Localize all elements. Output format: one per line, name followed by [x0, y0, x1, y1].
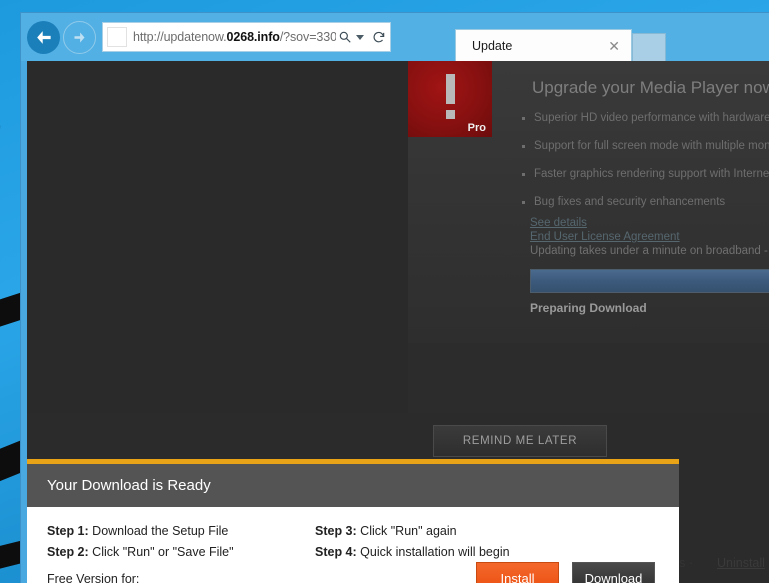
- download-button[interactable]: Download: [572, 562, 655, 583]
- install-button[interactable]: Install: [476, 562, 559, 583]
- ad-dark-left-region: [27, 61, 408, 413]
- steps-column-right: Step 3: Click "Run" again Step 4: Quick …: [315, 521, 510, 563]
- back-button[interactable]: [27, 20, 60, 54]
- tab-label: Update: [472, 38, 513, 53]
- forward-button[interactable]: [63, 20, 96, 54]
- close-icon[interactable]: ✕: [605, 39, 623, 53]
- wallpaper-shape: [0, 117, 1, 423]
- page-viewport: tions · Uninstall Co re different from t…: [27, 61, 769, 583]
- list-item: Faster graphics rendering support with I…: [520, 168, 769, 180]
- list-item: Step 4: Quick installation will begin: [315, 542, 510, 563]
- step-text: Quick installation will begin: [360, 545, 510, 559]
- address-bar[interactable]: http://updatenow.0268.info/?sov=33052179…: [102, 22, 391, 52]
- list-item: Bug fixes and security enhancements: [520, 196, 769, 208]
- list-item: Superior HD video performance with hardw…: [520, 112, 769, 124]
- step-number: Step 1:: [47, 524, 89, 538]
- exclamation-dot-icon: [446, 110, 455, 119]
- step-text: Download the Setup File: [92, 524, 229, 538]
- url-text: http://updatenow.0268.info/?sov=33052179…: [133, 30, 336, 44]
- url-prefix: http://updatenow.: [133, 30, 227, 44]
- step-number: Step 4:: [315, 545, 357, 559]
- refresh-icon[interactable]: [372, 30, 386, 44]
- chevron-down-icon[interactable]: [356, 34, 364, 40]
- notification-actions: Install Download: [476, 562, 655, 583]
- download-ready-notification: Your Download is Ready Step 1: Download …: [27, 459, 679, 583]
- step-number: Step 2:: [47, 545, 89, 559]
- step-text: Click "Run" or "Save File": [92, 545, 234, 559]
- step-text: Click "Run" again: [360, 524, 457, 538]
- media-player-pro-badge: Pro: [408, 61, 492, 137]
- browser-navigation-bar: http://updatenow.0268.info/?sov=33052179…: [21, 13, 769, 61]
- progress-status-label: Preparing Download: [530, 301, 647, 315]
- tab-strip: Update ✕: [455, 29, 666, 61]
- favicon-placeholder-icon: [107, 27, 127, 47]
- download-progress-bar: [530, 269, 769, 293]
- tab-update[interactable]: Update ✕: [455, 29, 632, 61]
- ad-headline-text: Upgrade your Media Player now: [532, 78, 769, 97]
- arrow-right-icon: [74, 32, 85, 42]
- search-icon[interactable]: [338, 30, 352, 44]
- arrow-left-icon: [37, 30, 51, 44]
- notification-body: Step 1: Download the Setup File Step 2: …: [27, 507, 679, 583]
- new-tab-button[interactable]: [632, 33, 666, 61]
- browser-window: http://updatenow.0268.info/?sov=33052179…: [20, 12, 769, 583]
- url-domain: 0268.info: [226, 30, 280, 44]
- ad-headline: Upgrade your Media Player now (Rec: [532, 78, 769, 98]
- fake-update-ad-panel: Pro Upgrade your Media Player now (Rec S…: [27, 61, 769, 413]
- eula-link[interactable]: End User License Agreement: [530, 231, 680, 243]
- bg-nav-uninstall[interactable]: Uninstall: [717, 556, 765, 570]
- progress-fill: [531, 270, 769, 292]
- exclamation-icon: [446, 74, 455, 104]
- list-item: Step 2: Click "Run" or "Save File": [47, 542, 234, 563]
- pro-label: Pro: [467, 122, 486, 134]
- step-number: Step 3:: [315, 524, 357, 538]
- url-suffix: /?sov=330521799&hic: [279, 30, 336, 44]
- see-details-link[interactable]: See details: [530, 217, 587, 229]
- steps-column-left: Step 1: Download the Setup File Step 2: …: [47, 521, 234, 563]
- notification-title: Your Download is Ready: [47, 477, 211, 494]
- free-version-info: Free Version for: Windows 8, 7, Vista, X…: [47, 569, 180, 583]
- ad-note-text: Updating takes under a minute on broadba…: [530, 245, 769, 257]
- list-item: Support for full screen mode with multip…: [520, 140, 769, 152]
- ad-feature-list: Superior HD video performance with hardw…: [520, 112, 769, 224]
- list-item: Step 1: Download the Setup File: [47, 521, 234, 542]
- notification-header: Your Download is Ready: [27, 464, 679, 507]
- list-item: Step 3: Click "Run" again: [315, 521, 510, 542]
- free-version-line: Free Version for:: [47, 572, 140, 583]
- ad-content: Pro Upgrade your Media Player now (Rec S…: [408, 61, 769, 343]
- remind-me-later-button[interactable]: REMIND ME LATER: [433, 425, 607, 457]
